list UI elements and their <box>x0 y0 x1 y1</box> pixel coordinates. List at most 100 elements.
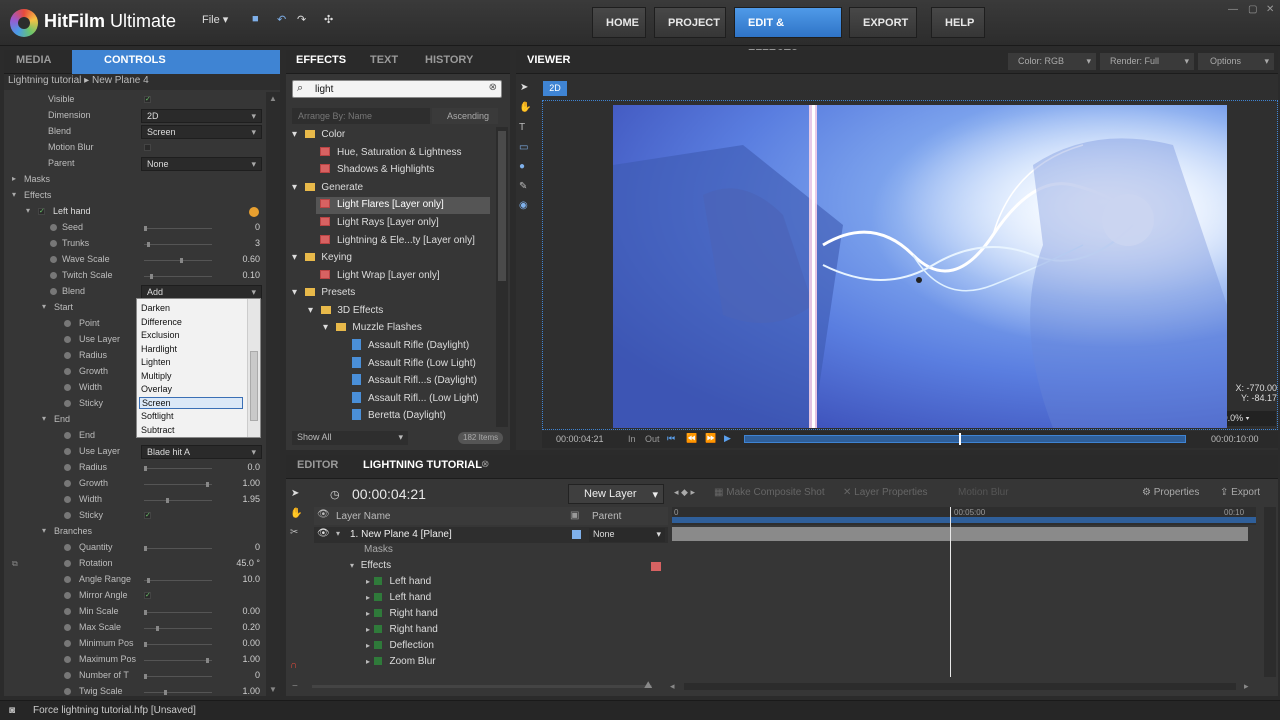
effect-item[interactable]: Light Wrap [Layer only] <box>320 268 440 284</box>
link-icon[interactable]: ⧉ <box>12 559 18 569</box>
folder-keying[interactable]: ▾ Keying <box>292 250 352 266</box>
effect-item-selected[interactable]: Light Flares [Layer only] <box>320 197 444 213</box>
max-scale-slider[interactable] <box>144 626 212 631</box>
growth-slider[interactable] <box>144 482 212 487</box>
dimension-dropdown[interactable]: 2D <box>141 109 262 123</box>
folder-generate[interactable]: ▾ Generate <box>292 180 363 196</box>
sort-order[interactable]: Ascending <box>432 108 498 124</box>
use-layer-dropdown[interactable]: Blade hit A <box>141 445 262 459</box>
preset-item[interactable]: Assault Rifle (Daylight) <box>352 338 469 354</box>
preset-item[interactable]: Assault Rifle (Low Light) <box>352 356 476 372</box>
row-effects[interactable]: ▾ Effects <box>4 188 266 204</box>
tab-media[interactable]: MEDIA <box>16 54 51 66</box>
blend-list-scrollbar[interactable] <box>247 299 260 437</box>
twig-scale-slider[interactable] <box>144 690 212 695</box>
hand-tool-icon[interactable]: ✋ <box>519 102 531 113</box>
maximize-icon[interactable]: ▢ <box>1248 4 1257 15</box>
visibility-icon[interactable]: 👁 <box>317 509 330 520</box>
folder-muzzle-flashes[interactable]: ▾ Muzzle Flashes <box>323 320 422 336</box>
editor-timecode[interactable]: 00:00:04:21 <box>352 486 426 502</box>
layer-effects-row[interactable]: ▾ Effects <box>350 560 391 571</box>
row-masks[interactable]: ▸ Masks <box>4 172 266 188</box>
preset-item[interactable]: Assault Rifl... (Low Light) <box>352 391 479 407</box>
viewer-scrubber[interactable] <box>744 433 1186 445</box>
nav-export[interactable]: EXPORT <box>849 7 917 38</box>
save-icon[interactable]: ■ <box>252 13 259 25</box>
zoom-out-icon[interactable]: − <box>292 681 298 692</box>
rectangle-tool-icon[interactable]: ▭ <box>519 142 528 153</box>
left-hand-checkbox[interactable]: ✓ <box>38 208 45 215</box>
row-branches[interactable]: ▾ Branches <box>4 524 266 540</box>
effects-scrollbar[interactable] <box>496 127 508 427</box>
blend-option[interactable]: Multiply <box>141 371 172 381</box>
pen-tool-icon[interactable]: ✎ <box>519 181 527 192</box>
scroll-right-icon[interactable]: ▸ <box>1244 681 1249 692</box>
parent-dropdown[interactable]: None <box>141 157 262 171</box>
blend-option[interactable]: Softlight <box>141 411 174 421</box>
timeline-ruler[interactable]: 0 00:05:00 00:10 <box>672 507 1256 525</box>
layer-clip-bar[interactable] <box>672 527 1248 541</box>
sticky-checkbox[interactable]: ✓ <box>144 512 151 519</box>
folder-presets[interactable]: ▾ Presets <box>292 285 355 301</box>
effect-row[interactable]: ▸ Right hand <box>366 608 438 619</box>
layer-properties-button[interactable]: ✕ Layer Properties <box>843 487 928 498</box>
effects-search[interactable]: ⌕ light ⊗ <box>292 80 502 98</box>
visible-checkbox[interactable]: ✓ <box>144 96 151 103</box>
tab-editor[interactable]: EDITOR <box>297 459 338 471</box>
blend-option[interactable]: Lighten <box>141 357 171 367</box>
angle-range-slider[interactable] <box>144 578 212 583</box>
wave-scale-slider[interactable] <box>144 258 212 263</box>
step-back-icon[interactable]: ⏪ <box>686 433 697 444</box>
effect-row[interactable]: ▸ Left hand <box>366 576 431 587</box>
effect-item[interactable]: Lightning & Ele...ty [Layer only] <box>320 233 475 249</box>
effect-item[interactable]: Hue, Saturation & Lightness <box>320 145 462 161</box>
effect-options-icon[interactable] <box>249 207 259 217</box>
number-of-slider[interactable] <box>144 674 212 679</box>
twitch-scale-slider[interactable] <box>144 274 212 279</box>
close-icon[interactable]: ✕ <box>1266 4 1274 15</box>
close-tab-icon[interactable]: ⊗ <box>481 459 489 470</box>
nav-edit-effects[interactable]: EDIT & EFFECTS <box>734 7 842 60</box>
blend-option[interactable]: Hardlight <box>141 344 177 354</box>
folder-3d-effects[interactable]: ▾ 3D Effects <box>308 303 383 319</box>
width-slider[interactable] <box>144 498 212 503</box>
minimize-icon[interactable]: — <box>1228 4 1238 15</box>
effect-row[interactable]: ▸ Right hand <box>366 624 438 635</box>
show-all-dropdown[interactable]: Show All ▾ <box>292 431 408 445</box>
tab-history[interactable]: HISTORY <box>425 54 473 66</box>
options-dropdown[interactable]: Options ▾ <box>1198 53 1274 70</box>
controls-scrollbar[interactable]: ▲ ▼ <box>266 92 280 696</box>
effect-row[interactable]: ▸ Zoom Blur <box>366 656 436 667</box>
properties-button[interactable]: ⚙ Properties <box>1142 487 1199 498</box>
timeline-hscrollbar[interactable] <box>684 683 1236 690</box>
trunks-slider[interactable] <box>144 242 212 247</box>
render-dropdown[interactable]: Render: Full ▾ <box>1100 53 1194 70</box>
editor-select-icon[interactable]: ➤ <box>291 488 299 499</box>
effect-row[interactable]: ▸ Deflection <box>366 640 434 651</box>
effect-item[interactable]: Light Rays [Layer only] <box>320 215 439 231</box>
preset-item[interactable]: Beretta (Daylight) <box>352 408 446 424</box>
export-button[interactable]: ⇪ Export <box>1220 487 1260 498</box>
effect-row[interactable]: ▸ Left hand <box>366 592 431 603</box>
blend-option[interactable]: Exclusion <box>141 330 180 340</box>
zoom-in-icon[interactable]: ⛰ <box>644 680 652 691</box>
search-input[interactable]: light <box>315 84 333 95</box>
tab-viewer[interactable]: VIEWER <box>527 54 570 66</box>
out-point-button[interactable]: Out <box>645 434 660 444</box>
motion-blur-checkbox[interactable] <box>144 144 151 151</box>
effects-stack-icon[interactable] <box>651 562 661 571</box>
row-left-hand[interactable]: ▾ ✓ Left hand <box>4 204 266 220</box>
motion-blur-button[interactable]: Motion Blur <box>958 487 1009 498</box>
make-composite-button[interactable]: ▦ Make Composite Shot <box>714 487 825 498</box>
scroll-left-icon[interactable]: ◂ <box>670 681 675 692</box>
mirror-angle-checkbox[interactable]: ✓ <box>144 592 151 599</box>
folder-color[interactable]: ▾ Color <box>292 127 345 143</box>
blend-option[interactable]: Darken <box>141 303 170 313</box>
parent-dropdown-layer[interactable]: None ▾ <box>589 528 665 542</box>
snap-magnet-icon[interactable]: ∩ <box>290 660 297 671</box>
layer-visibility-icon[interactable]: 👁 <box>317 528 330 539</box>
quantity-slider[interactable] <box>144 546 212 551</box>
arrange-by[interactable]: Arrange By: Name <box>292 108 430 124</box>
in-point-button[interactable]: In <box>628 434 636 444</box>
tab-effects[interactable]: EFFECTS <box>296 54 346 66</box>
